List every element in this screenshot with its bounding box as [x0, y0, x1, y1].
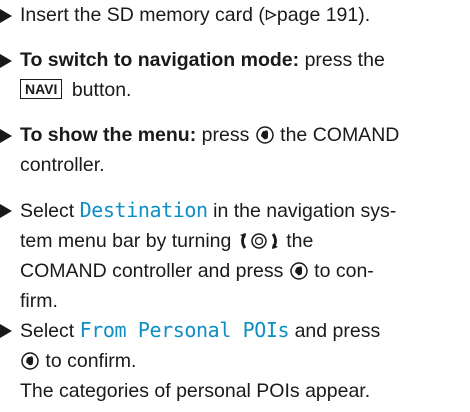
- press-controller-icon: [289, 261, 309, 281]
- bullet-arrow-icon: [0, 54, 12, 68]
- turn-controller-icon: [237, 231, 281, 251]
- manual-page: Insert the SD memory card (page 191). To…: [0, 0, 470, 412]
- bullet-arrow-icon: [0, 129, 12, 143]
- step-show-menu: To show the menu: press the COMAND contr…: [0, 120, 470, 180]
- page-reference-arrow-icon: [265, 0, 277, 30]
- step-select-destination: Select Destination in the navigation sys…: [0, 195, 470, 316]
- bullet-arrow-icon: [0, 324, 12, 338]
- menu-item-from-personal-pois: From Personal POIs: [79, 318, 290, 342]
- step-select-personal-pois: Select From Personal POIs and press to c…: [0, 315, 470, 406]
- step-insert-sd-card: Insert the SD memory card (page 191).: [0, 0, 470, 30]
- bullet-arrow-icon: [0, 204, 12, 218]
- press-controller-icon: [255, 125, 275, 145]
- step-switch-navigation: To switch to navigation mode: press the …: [0, 45, 470, 105]
- bullet-arrow-icon: [0, 9, 12, 23]
- menu-item-destination: Destination: [79, 198, 208, 222]
- navi-key-label: NAVI: [20, 79, 63, 99]
- press-controller-icon: [20, 351, 40, 371]
- step-result: The categories of personal POIs appear.: [20, 380, 371, 402]
- page-reference: page 191: [276, 4, 359, 26]
